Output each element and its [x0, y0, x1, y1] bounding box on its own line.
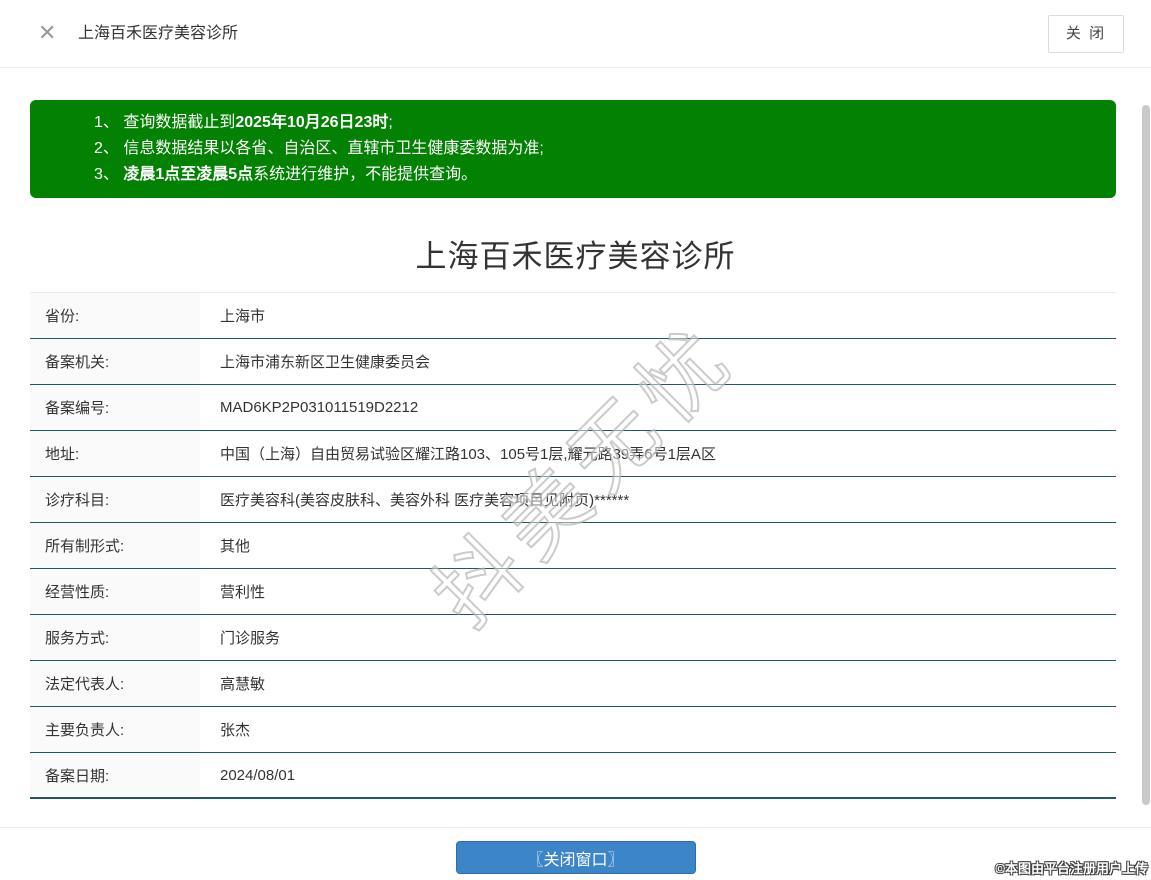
- row-label: 地址:: [30, 431, 200, 476]
- table-row-principal: 主要负责人: 张杰: [30, 707, 1116, 753]
- close-x-icon[interactable]: ✕: [38, 0, 56, 68]
- row-label: 省份:: [30, 293, 200, 338]
- table-row-province: 省份: 上海市: [30, 293, 1116, 339]
- row-value: 中国（上海）自由贸易试验区耀江路103、105号1层,耀元路39弄6号1层A区: [220, 446, 716, 463]
- notice-line-1-post: ;: [388, 114, 393, 131]
- notice-banner: 1、 查询数据截止到2025年10月26日23时; 2、 信息数据结果以各省、自…: [30, 100, 1116, 198]
- table-row-record-date: 备案日期: 2024/08/01: [30, 753, 1116, 799]
- row-value: 营利性: [220, 584, 266, 601]
- notice-line-1-bold: 2025年10月26日23时: [235, 114, 389, 131]
- table-row-record-agency: 备案机关: 上海市浦东新区卫生健康委员会: [30, 339, 1116, 385]
- table-row-legal-representative: 法定代表人: 高慧敏: [30, 661, 1116, 707]
- row-label: 备案机关:: [30, 339, 200, 384]
- row-label: 法定代表人:: [30, 661, 200, 706]
- header-close-button[interactable]: 关 闭: [1048, 15, 1124, 53]
- table-row-record-number: 备案编号: MAD6KP2P031011519D2212: [30, 385, 1116, 431]
- row-value: 上海市: [220, 308, 266, 325]
- notice-line-3: 3、 凌晨1点至凌晨5点系统进行维护，不能提供查询。: [94, 162, 1096, 188]
- notice-line-2-text: 2、 信息数据结果以各省、自治区、直辖市卫生健康委数据为准;: [94, 140, 544, 157]
- table-row-service-mode: 服务方式: 门诊服务: [30, 615, 1116, 661]
- table-row-ownership: 所有制形式: 其他: [30, 523, 1116, 569]
- notice-line-1-text: 1、 查询数据截止到: [94, 114, 236, 131]
- modal-header: ✕ 上海百禾医疗美容诊所 关 闭: [0, 0, 1151, 68]
- modal-title: 上海百禾医疗美容诊所: [78, 25, 239, 42]
- page-title: 上海百禾医疗美容诊所: [415, 239, 736, 274]
- row-label: 服务方式:: [30, 615, 200, 660]
- notice-line-1: 1、 查询数据截止到2025年10月26日23时;: [94, 110, 1096, 136]
- row-label: 经营性质:: [30, 569, 200, 614]
- row-value: 其他: [220, 538, 251, 555]
- table-row-business-nature: 经营性质: 营利性: [30, 569, 1116, 615]
- row-label: 所有制形式:: [30, 523, 200, 568]
- row-value: 上海市浦东新区卫生健康委员会: [220, 354, 431, 371]
- row-value: MAD6KP2P031011519D2212: [220, 399, 419, 416]
- notice-line-3-text: 3、: [94, 166, 124, 183]
- row-label: 备案日期:: [30, 753, 200, 797]
- table-row-address: 地址: 中国（上海）自由贸易试验区耀江路103、105号1层,耀元路39弄6号1…: [30, 431, 1116, 477]
- row-value: 高慧敏: [220, 676, 266, 693]
- row-value: 张杰: [220, 722, 251, 739]
- table-row-departments: 诊疗科目: 医疗美容科(美容皮肤科、美容外科 医疗美容项目见附页)******: [30, 477, 1116, 523]
- vertical-scrollbar-thumb[interactable]: [1142, 105, 1150, 805]
- row-label: 诊疗科目:: [30, 477, 200, 522]
- modal-footer: 〖关闭窗口〗: [0, 828, 1151, 874]
- row-value: 医疗美容科(美容皮肤科、美容外科 医疗美容项目见附页)******: [220, 492, 630, 509]
- row-value: 2024/08/01: [220, 766, 296, 784]
- notice-line-2: 2、 信息数据结果以各省、自治区、直辖市卫生健康委数据为准;: [94, 136, 1096, 162]
- row-label: 备案编号:: [30, 385, 200, 430]
- close-window-button[interactable]: 〖关闭窗口〗: [455, 841, 696, 874]
- copyright-watermark: ©本图由平台注册用户上传: [995, 861, 1148, 876]
- row-label: 主要负责人:: [30, 707, 200, 752]
- notice-line-3-bold: 凌晨1点至凌晨5点: [123, 166, 254, 183]
- row-value: 门诊服务: [220, 630, 281, 647]
- notice-line-3-post: 系统进行维护，不能提供查询。: [253, 166, 478, 183]
- detail-table: 省份: 上海市 备案机关: 上海市浦东新区卫生健康委员会 备案编号: MAD6K…: [30, 292, 1116, 799]
